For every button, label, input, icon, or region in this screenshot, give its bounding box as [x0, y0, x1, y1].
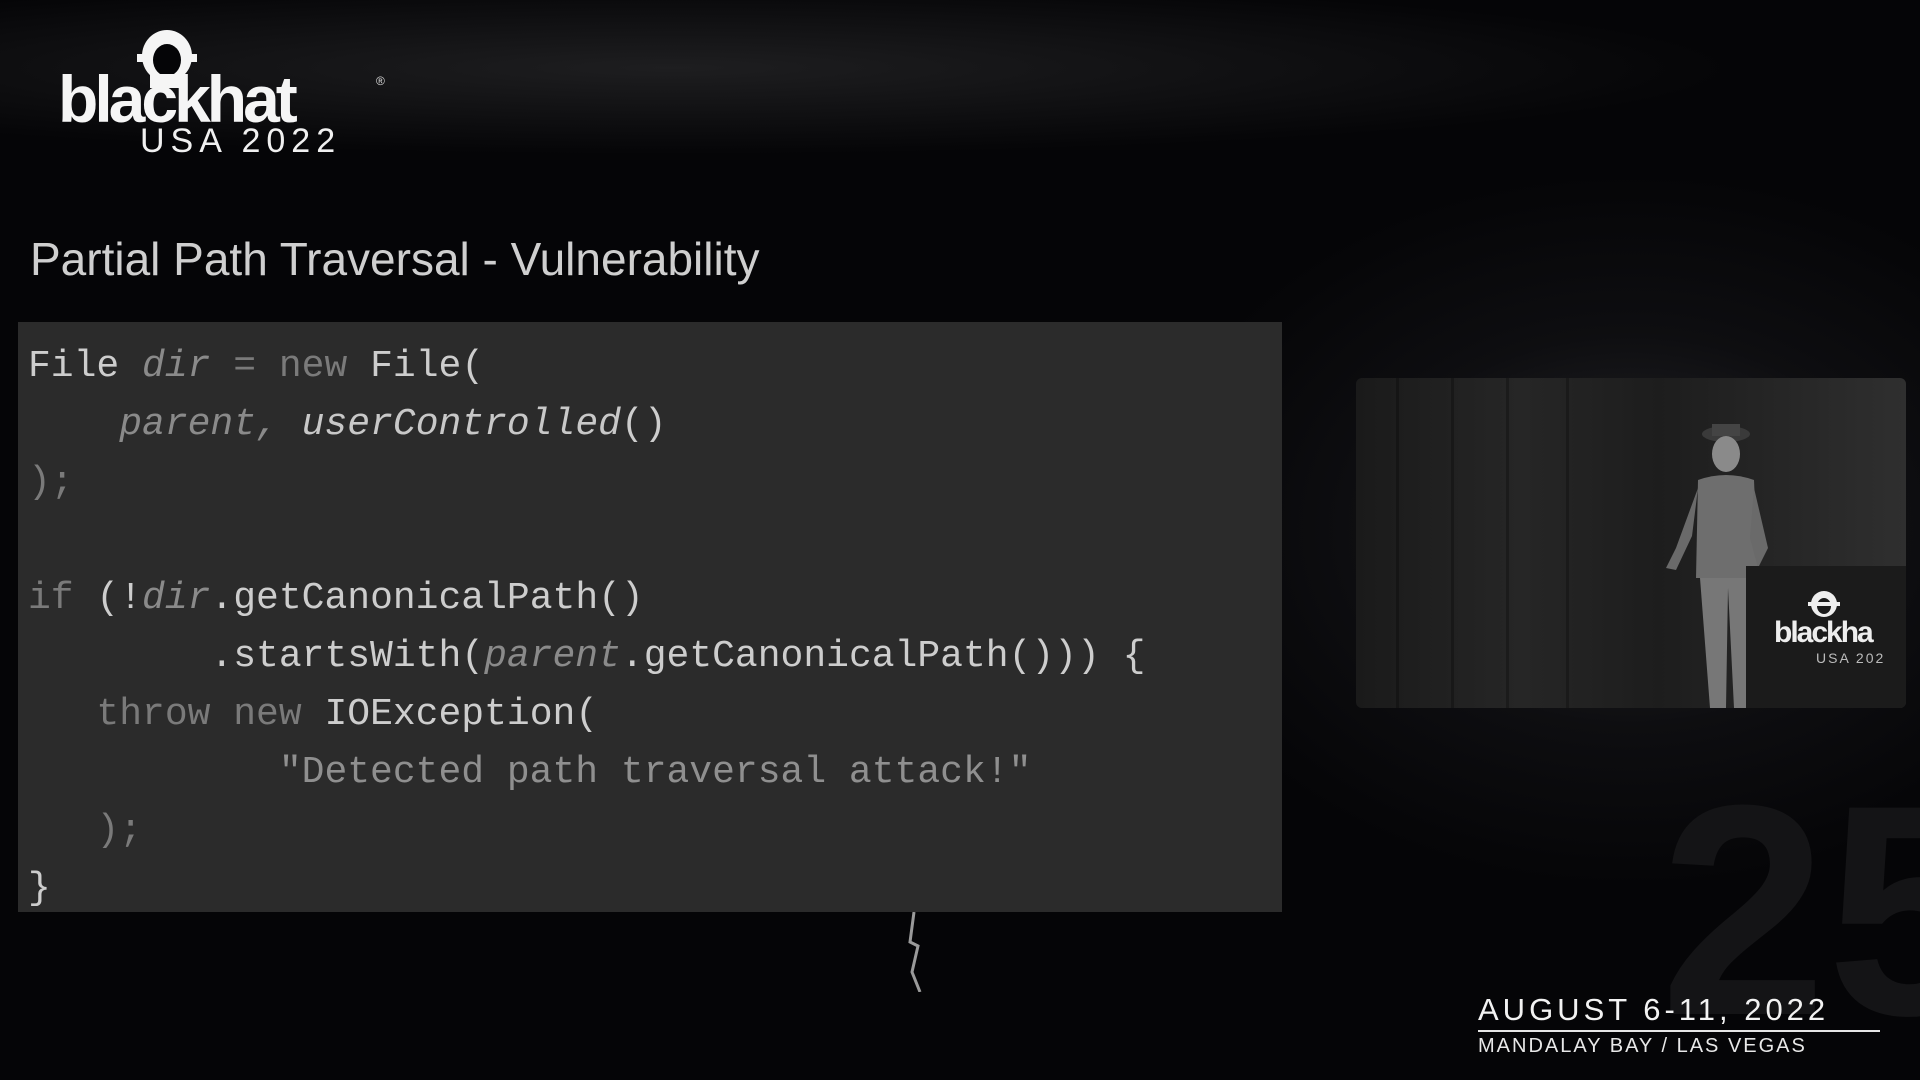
footer-divider [1478, 1030, 1880, 1032]
code-token: (! [73, 577, 143, 620]
code-line: if (!dir.getCanonicalPath() [28, 570, 1145, 628]
code-token: File( [347, 345, 485, 388]
code-token: () [620, 403, 667, 446]
logo-event-year: USA 2022 [140, 122, 342, 160]
logo-registered-mark: ® [376, 74, 385, 88]
code-token: parent, [119, 403, 279, 446]
podium-event-year: USA 202 [1816, 650, 1886, 666]
code-token: new [278, 345, 348, 388]
code-line: File dir = new File( [28, 338, 1145, 396]
curtain-fold [1566, 378, 1569, 708]
code-token: dir [142, 577, 211, 620]
code-token: "Detected path traversal attack!" [278, 751, 1032, 794]
code-line: ); [28, 809, 143, 852]
event-date: AUGUST 6-11, 2022 [1478, 992, 1830, 1027]
lightning-decoration [908, 912, 922, 992]
blackhat-logo: blackhat ® USA 2022 [58, 28, 388, 158]
event-venue: MANDALAY BAY / LAS VEGAS [1478, 1035, 1807, 1057]
curtain-fold [1396, 378, 1399, 708]
curtain-fold [1451, 378, 1454, 708]
speaker-video: blackha USA 202 [1356, 378, 1906, 708]
code-line: .startsWith(parent.getCanonicalPath())) … [28, 628, 1145, 686]
code-token: = [210, 345, 279, 388]
code-block: File dir = new File( parent, userControl… [18, 322, 1282, 912]
code-line: "Detected path traversal attack!" [28, 744, 1145, 802]
code-line: throw new IOException( [28, 686, 1145, 744]
code-token: .getCanonicalPath())) { [620, 635, 1146, 678]
code-token: if [28, 577, 74, 620]
slide-title: Partial Path Traversal - Vulnerability [30, 233, 760, 285]
code-token: IOException( [301, 693, 599, 736]
podium: blackha USA 202 [1746, 566, 1906, 708]
code-token: .startsWith( [28, 635, 485, 678]
code-token: userControlled [301, 403, 621, 446]
podium-wordmark: blackha [1774, 616, 1874, 649]
code-token: dir [142, 345, 211, 388]
code-token: .getCanonicalPath() [210, 577, 644, 620]
code-text: File dir = new File( parent, userControl… [28, 338, 1145, 918]
code-line: } [28, 867, 51, 910]
code-line: parent, userControlled() [28, 396, 1145, 454]
code-line: ); [28, 461, 74, 504]
curtain-fold [1506, 378, 1509, 708]
code-token: throw new [96, 693, 302, 736]
code-token: File [28, 345, 143, 388]
code-token: parent [484, 635, 621, 678]
